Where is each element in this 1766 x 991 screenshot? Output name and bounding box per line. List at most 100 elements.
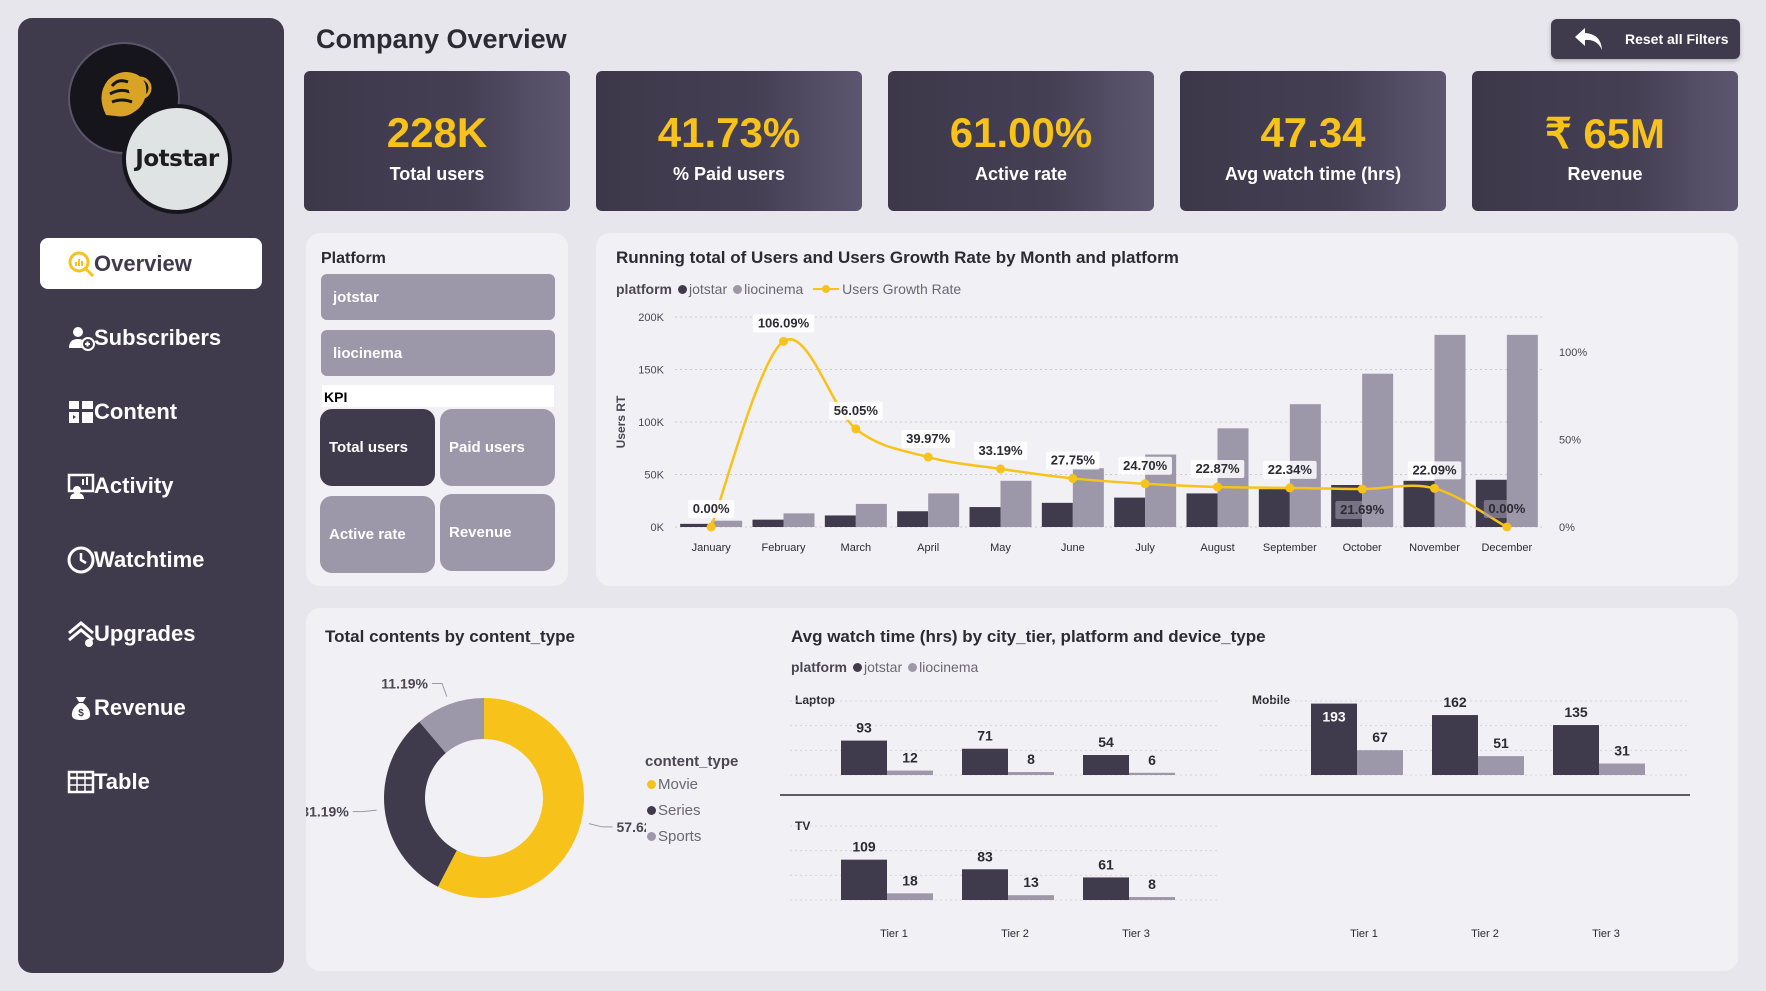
growth-rate-point — [1213, 482, 1222, 492]
legend-dot-jotstar — [853, 663, 862, 672]
kpi-option-active-rate[interactable]: Active rate — [320, 496, 435, 573]
legend-title: platform — [791, 659, 847, 675]
nav-item-subscribers[interactable]: Subscribers — [18, 301, 284, 375]
y2-tick-label: 100% — [1559, 347, 1587, 359]
content-icon — [69, 401, 93, 423]
x-tick-label: April — [917, 542, 939, 554]
kpi-option-total-users[interactable]: Total users — [320, 409, 435, 486]
bar-liocinema — [887, 770, 933, 775]
bar-jotstar — [1114, 497, 1146, 527]
nav-item-overview[interactable]: Overview — [40, 238, 262, 289]
bar-liocinema — [1072, 468, 1104, 527]
nav-item-content[interactable]: Content — [18, 375, 284, 449]
bar-liocinema — [855, 503, 887, 527]
kpi-card-watch-time: 47.34 Avg watch time (hrs) — [1180, 71, 1446, 211]
legend-label: Sports — [658, 828, 702, 845]
bar-liocinema — [1506, 334, 1538, 527]
bar-data-label: 31 — [1614, 743, 1630, 759]
sidebar: Jotstar Overview Subscribers Content Act… — [18, 18, 284, 973]
x-tick-label: May — [990, 542, 1011, 554]
x-tick-label: February — [761, 542, 806, 554]
y2-tick-label: 50% — [1559, 435, 1581, 447]
nav-item-revenue[interactable]: $ Revenue — [18, 671, 284, 745]
slice-data-label: 31.19% — [306, 804, 349, 820]
bar-jotstar — [1186, 493, 1218, 527]
bar-liocinema — [928, 493, 960, 527]
growth-rate-point — [1068, 473, 1078, 483]
bar-liocinema — [1129, 897, 1175, 900]
kpi-card-total-users: 228K Total users — [304, 71, 570, 211]
nav-item-watchtime[interactable]: Watchtime — [18, 523, 284, 597]
kpi-label: Revenue — [1567, 164, 1643, 184]
bar-jotstar — [1041, 502, 1073, 527]
growth-rate-data-label: 27.75% — [1051, 452, 1096, 467]
growth-rate-data-label: 22.34% — [1268, 462, 1313, 477]
bar-data-label: 8 — [1148, 876, 1156, 892]
slicer-option-liocinema[interactable]: liocinema — [321, 330, 555, 376]
bar-jotstar — [962, 748, 1008, 775]
nav-item-table[interactable]: Table — [18, 745, 284, 819]
donut-legend: content_type Movie Series Sports — [645, 752, 738, 850]
bar-data-label: 162 — [1443, 694, 1467, 710]
x-tick-label: August — [1200, 542, 1234, 554]
reset-filters-button[interactable]: Reset all Filters — [1551, 19, 1740, 59]
kpi-option-revenue[interactable]: Revenue — [440, 494, 555, 571]
kpi-value: ₹ 65M — [1544, 110, 1666, 157]
nav-item-activity[interactable]: Activity — [18, 449, 284, 523]
kpi-value: 61.00% — [949, 109, 1093, 156]
table-icon — [67, 770, 95, 794]
bar-liocinema — [1129, 772, 1175, 775]
bar-jotstar — [841, 740, 887, 775]
growth-rate-point — [706, 522, 716, 532]
bar-liocinema — [783, 513, 815, 527]
bar-liocinema — [1008, 895, 1054, 900]
slice-data-label: 57.62% — [617, 819, 646, 835]
nav-label: Overview — [94, 250, 192, 276]
x-tick-label: January — [692, 542, 732, 554]
nav-item-upgrades[interactable]: Upgrades — [18, 597, 284, 671]
kpi-card-paid-users: 41.73% % Paid users — [596, 71, 862, 211]
kpi-label: % Paid users — [672, 164, 786, 184]
bar-jotstar — [897, 511, 929, 527]
nav-label: Content — [94, 399, 178, 424]
kpi-value: 47.34 — [1260, 109, 1366, 156]
bar-data-label: 93 — [856, 720, 872, 736]
y2-tick-label: 0% — [1559, 522, 1575, 534]
growth-chart: 0K 50K 100K 150K 200K 0% 50% 100% Users RT Januar… — [614, 312, 1587, 554]
slicer-option-jotstar[interactable]: jotstar — [321, 274, 555, 320]
growth-rate-data-label: 106.09% — [758, 315, 810, 330]
legend-item-sports: Sports — [645, 824, 738, 850]
kpi-card-revenue: ₹ 65M Revenue — [1472, 71, 1738, 211]
growth-rate-point — [1430, 483, 1439, 493]
y-tick-label: 200K — [638, 312, 664, 324]
growth-rate-point — [851, 424, 861, 434]
brand-name: Jotstar — [135, 146, 219, 172]
bar-data-label: 83 — [977, 848, 993, 864]
sidebar-nav: Overview Subscribers Content Activity Wa… — [18, 238, 284, 819]
page-title: Company Overview — [316, 24, 567, 54]
y-tick-label: 0K — [651, 522, 665, 534]
bar-data-label: 61 — [1098, 856, 1114, 872]
panel-label: Laptop — [795, 693, 835, 707]
nav-label: Activity — [94, 473, 174, 498]
kpi-value: 41.73% — [657, 109, 801, 156]
legend-label: Series — [658, 802, 701, 819]
upgrades-icon — [68, 621, 94, 647]
bar-liocinema — [887, 893, 933, 900]
bar-data-label: 51 — [1493, 735, 1509, 751]
growth-rate-data-label: 0.00% — [693, 501, 730, 516]
bar-jotstar — [1258, 489, 1290, 527]
kpi-option-paid-users[interactable]: Paid users — [440, 409, 555, 486]
bar-data-label: 18 — [902, 872, 918, 888]
kpi-label: Active rate — [974, 164, 1068, 184]
legend-dot-liocinema — [908, 663, 918, 672]
overview-icon — [68, 251, 95, 277]
x-tick-label: March — [841, 542, 872, 554]
kpi-label: Avg watch time (hrs) — [1224, 164, 1402, 184]
growth-rate-point — [1140, 479, 1150, 489]
bar-jotstar — [969, 507, 1001, 527]
bar-data-label: 193 — [1322, 709, 1346, 725]
panel-label: TV — [795, 819, 810, 833]
legend-liocinema: liocinema — [919, 659, 979, 675]
x-tick-label: June — [1061, 542, 1085, 554]
